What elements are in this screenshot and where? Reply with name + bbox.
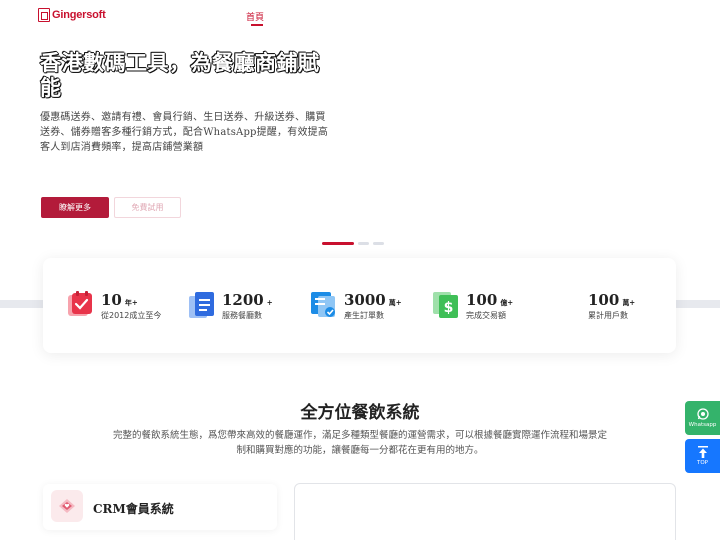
nav-home-link[interactable]: 首頁: [246, 10, 264, 23]
order-check-icon: [311, 292, 335, 317]
free-trial-button[interactable]: 免費試用: [114, 197, 181, 218]
section-description: 完整的餐飲系統生態，爲您帶來高效的餐廳運作，滿足多種類型餐廳的運營需求，可以根據…: [112, 430, 607, 456]
carousel-dot-2[interactable]: [358, 242, 369, 245]
nav-active-underline: [251, 24, 263, 26]
stat-label: 完成交易額: [466, 311, 506, 320]
logo-text: Gingersoft: [52, 9, 106, 21]
logo-mark-icon: [38, 8, 50, 22]
top-label: TOP: [696, 460, 708, 466]
stat-label: 從2012成立至今: [101, 311, 162, 320]
document-list-icon: [189, 292, 214, 318]
whatsapp-icon: [696, 408, 709, 420]
feature-preview-panel: [294, 483, 676, 540]
stat-label: 服務餐廳數: [222, 311, 262, 320]
carousel-dot-3[interactable]: [373, 242, 384, 245]
stat-label: 產生訂單數: [344, 311, 384, 320]
arrow-up-icon: [697, 446, 708, 458]
whatsapp-float-button[interactable]: Whatsapp: [685, 401, 720, 435]
hero-title: 香港數碼工具，為餐廳商鋪賦能: [40, 50, 320, 100]
stat-value: 10 年+: [101, 291, 138, 309]
svg-text:$: $: [444, 300, 454, 316]
stats-card: 10 年+ 從2012成立至今 1200 + 服務餐廳數 3000 萬+ 產生訂單數: [43, 258, 676, 353]
stat-value: 100 萬+: [588, 291, 636, 309]
calendar-check-icon: [68, 291, 92, 316]
carousel-dot-1[interactable]: [322, 242, 354, 245]
section-title: 全方位餐飲系統: [300, 403, 420, 423]
stat-value: 100 億+: [466, 291, 514, 309]
stat-value: 3000 萬+: [344, 291, 402, 309]
learn-more-button[interactable]: 瞭解更多: [41, 197, 109, 218]
whatsapp-label: Whatsapp: [688, 422, 717, 428]
stat-label: 累計用戶數: [588, 311, 628, 320]
stat-value: 1200 +: [222, 291, 273, 309]
feature-tab-crm[interactable]: CRM會員系統: [43, 484, 277, 530]
back-to-top-button[interactable]: TOP: [685, 439, 720, 473]
dollar-document-icon: $: [433, 292, 458, 318]
hero-description: 優惠碼送券、邀請有禮、會員行銷、生日送券、升級送券、購買送券、儲券贈客多種行銷方…: [40, 112, 329, 153]
feature-tab-label: CRM會員系統: [93, 502, 174, 516]
heart-layers-icon: [51, 490, 83, 522]
carousel-indicators: [322, 242, 384, 245]
logo[interactable]: Gingersoft: [38, 8, 106, 22]
